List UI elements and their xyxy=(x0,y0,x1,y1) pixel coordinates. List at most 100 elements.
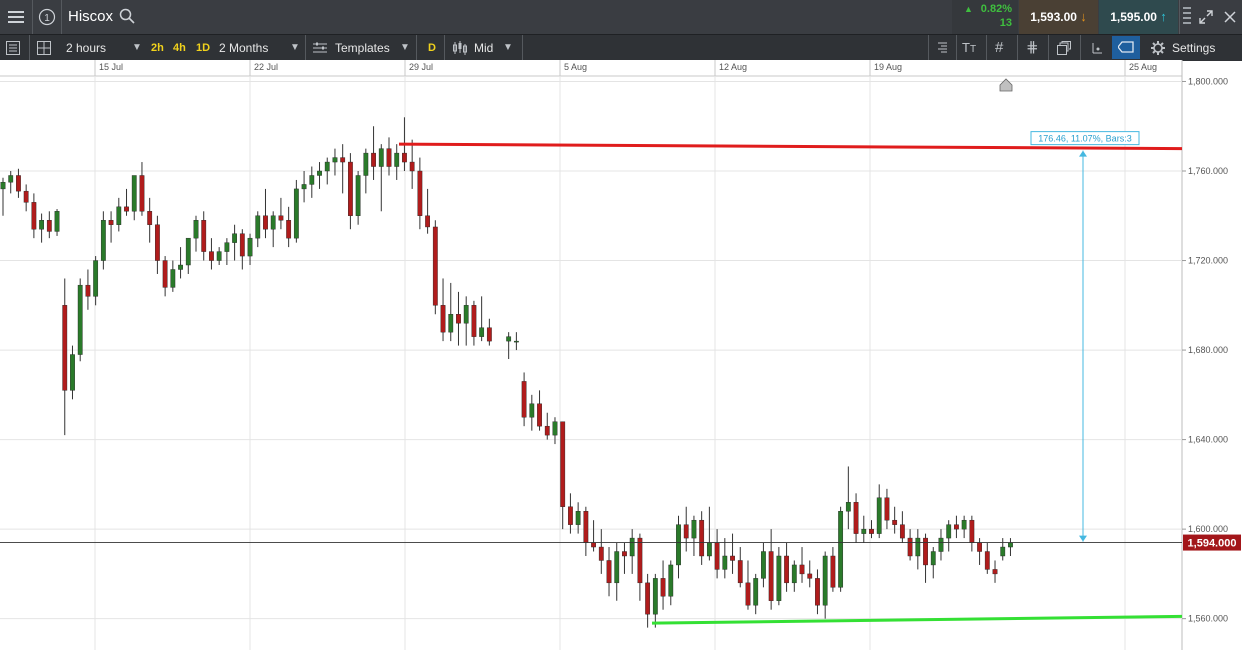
hamburger-menu-icon[interactable] xyxy=(8,10,24,24)
search-icon[interactable] xyxy=(119,8,135,24)
candle-up xyxy=(838,511,844,588)
interval-1d[interactable]: 1D xyxy=(193,40,213,56)
candle-down xyxy=(892,519,898,525)
candle-down xyxy=(154,224,160,261)
chart-toolbar: 2 hours ▼ 2h 4h 1D 2 Months ▼ Templates … xyxy=(0,34,1242,61)
interval-select[interactable]: 2 hours xyxy=(66,35,106,61)
candle-up xyxy=(552,421,558,436)
home-marker-icon xyxy=(999,78,1013,92)
candle-up xyxy=(1008,542,1013,548)
text-size-icon[interactable]: TT xyxy=(962,35,976,63)
windows-icon[interactable] xyxy=(1057,41,1071,55)
candle-up xyxy=(255,215,261,239)
candle-down xyxy=(969,519,975,543)
candle-up xyxy=(178,264,183,270)
candle-up xyxy=(317,170,322,176)
candles-icon[interactable] xyxy=(452,41,468,55)
label-tool-button[interactable] xyxy=(1112,36,1140,59)
y-tick-label: 1,760.000 xyxy=(1188,166,1228,176)
candle-down xyxy=(622,551,627,557)
layout-icon[interactable] xyxy=(37,41,51,55)
candle-down xyxy=(645,582,651,615)
candle-down xyxy=(456,314,461,324)
x-tick-label: 12 Aug xyxy=(719,62,747,72)
candle-up xyxy=(1000,546,1006,557)
candle-down xyxy=(417,170,423,216)
candle-down xyxy=(348,161,353,216)
align-right-icon[interactable] xyxy=(934,41,948,55)
interval-4h[interactable]: 4h xyxy=(170,40,189,56)
candle-up xyxy=(309,175,315,185)
candle-up xyxy=(394,152,400,167)
info-circle-icon[interactable]: 1 xyxy=(38,8,56,26)
chart-overlays: 1,594.000 176.46, 11.07%, Bars:3 xyxy=(0,78,1241,625)
candle-up xyxy=(463,305,469,324)
candle-down xyxy=(884,497,890,521)
candle-up xyxy=(845,502,851,512)
interval-2h[interactable]: 2h xyxy=(148,40,167,56)
candle-down xyxy=(784,555,789,584)
scroll-handle[interactable] xyxy=(1183,4,1191,30)
candle-down xyxy=(907,537,913,557)
range-select[interactable]: 2 Months xyxy=(219,35,268,61)
price-chart[interactable]: 15 Jul 22 Jul 29 Jul 5 Aug 12 Aug 19 Aug 25 Au… xyxy=(0,60,1242,650)
x-tick-label: 15 Jul xyxy=(99,62,123,72)
candle-down xyxy=(239,233,245,257)
gear-icon[interactable] xyxy=(1151,41,1165,55)
candle-up xyxy=(822,555,828,606)
candle-down xyxy=(737,560,743,584)
chevron-down-icon[interactable]: ▼ xyxy=(132,35,142,61)
candle-up xyxy=(216,251,222,261)
candle-down xyxy=(598,546,604,561)
templates-button[interactable]: Templates xyxy=(335,35,390,61)
templates-icon[interactable] xyxy=(313,41,327,55)
measure-arrow-bottom xyxy=(1079,535,1087,542)
candle-down xyxy=(683,524,689,539)
candle-down xyxy=(278,215,284,221)
candle-down xyxy=(23,190,29,203)
candle-up xyxy=(876,497,882,534)
expand-icon[interactable] xyxy=(1198,9,1214,25)
sell-button[interactable]: 1,593.00 ↓ xyxy=(1019,0,1098,34)
grid-icon[interactable]: # xyxy=(995,35,1003,61)
y-tick-label: 1,800.000 xyxy=(1188,76,1228,86)
candle-down xyxy=(486,327,492,342)
candle-down xyxy=(46,220,52,232)
candle-down xyxy=(560,421,566,507)
candle-up xyxy=(791,564,797,584)
sell-price: 1,593.00 xyxy=(1030,10,1077,24)
candle-down xyxy=(730,555,735,561)
candle-down xyxy=(606,560,612,584)
candle-down xyxy=(568,506,573,525)
price-mode-select[interactable]: Mid xyxy=(474,35,493,61)
candle-up xyxy=(301,184,307,190)
y-tick-label: 1,680.000 xyxy=(1188,345,1228,355)
close-icon[interactable] xyxy=(1224,11,1236,23)
candle-up xyxy=(270,215,276,230)
candle-down xyxy=(432,226,438,306)
candle-down xyxy=(147,211,153,225)
chevron-down-icon[interactable]: ▼ xyxy=(400,35,410,61)
candle-down xyxy=(714,542,720,570)
candle-down xyxy=(440,305,446,333)
candle-down xyxy=(660,578,666,597)
candle-down xyxy=(521,381,527,418)
chevron-down-icon[interactable]: ▼ xyxy=(290,35,300,61)
settings-button[interactable]: Settings xyxy=(1172,35,1215,61)
crosshair-grid-icon[interactable]: ⋕ xyxy=(1026,35,1039,61)
candle-up xyxy=(293,188,299,239)
d-button[interactable]: D xyxy=(425,40,439,56)
list-icon[interactable] xyxy=(6,41,20,55)
candle-up xyxy=(332,157,338,163)
buy-button[interactable]: 1,595.00 ↑ xyxy=(1099,0,1178,34)
drawing-tool-icon[interactable] xyxy=(1089,41,1103,55)
candle-up xyxy=(224,242,230,252)
candle-up xyxy=(448,314,454,333)
down-arrow-icon: ↓ xyxy=(1080,9,1087,24)
candle-down xyxy=(340,157,346,163)
candle-up xyxy=(355,175,361,216)
candle-up xyxy=(170,269,176,288)
tag-icon xyxy=(1118,41,1134,53)
candle-down xyxy=(544,425,550,436)
chevron-down-icon[interactable]: ▼ xyxy=(503,35,513,61)
